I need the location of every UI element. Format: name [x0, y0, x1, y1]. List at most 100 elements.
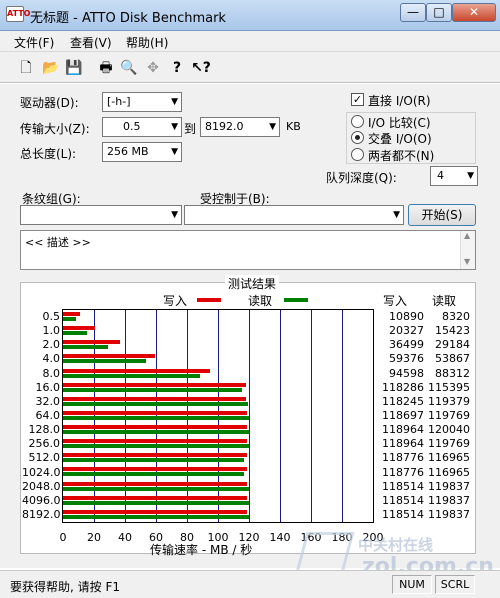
menu-file[interactable]: 文件(F)	[14, 34, 54, 51]
chevron-down-icon: ▼	[171, 97, 178, 107]
read-column-header: 读取	[432, 294, 457, 308]
read-bar	[63, 317, 76, 321]
read-value: 119837	[428, 479, 470, 493]
read-bar	[63, 345, 109, 350]
scroll-down-icon[interactable]: ▼	[464, 257, 470, 266]
start-button[interactable]: 开始(S)	[408, 204, 476, 226]
write-value: 59376	[389, 352, 424, 366]
title-bar[interactable]: ATTO 无标题 - ATTO Disk Benchmark — □ ✕	[0, 0, 500, 31]
write-bar	[63, 410, 247, 415]
total-length-label: 总长度(L):	[20, 147, 77, 161]
open-icon[interactable]: 📂	[41, 58, 61, 78]
chevron-down-icon: ▼	[393, 210, 400, 220]
x-tick-label: 40	[118, 531, 132, 544]
read-bar	[63, 458, 245, 463]
read-value: 15423	[435, 324, 470, 338]
write-value: 118964	[382, 423, 424, 437]
print-icon[interactable]: 🖶	[96, 58, 116, 78]
read-value: 116965	[428, 465, 470, 479]
context-help-icon[interactable]: ↖?	[191, 58, 211, 78]
grid-line	[249, 310, 250, 522]
close-button[interactable]: ✕	[452, 3, 496, 22]
y-tick-label: 16.0	[35, 380, 61, 394]
description-scrollbar[interactable]: ▲ ▼	[460, 231, 475, 269]
read-value: 88312	[435, 366, 470, 380]
stripe-group-select[interactable]: ▼	[20, 205, 182, 225]
help-icon[interactable]: ?	[167, 58, 187, 78]
save-icon[interactable]: 💾	[64, 58, 84, 78]
menu-bar: 文件(F) 查看(V) 帮助(H)	[0, 31, 500, 52]
legend-read-swatch	[284, 298, 308, 302]
grid-line	[311, 310, 312, 522]
read-bar	[63, 415, 249, 420]
write-bar	[63, 439, 248, 444]
status-help-text: 要获得帮助, 请按 F1	[10, 580, 120, 594]
write-value: 118514	[382, 507, 424, 521]
results-title: 测试结果	[225, 275, 280, 292]
read-bar	[63, 331, 87, 336]
y-tick-label: 0.5	[42, 310, 61, 324]
transfer-to-select[interactable]: 8192.0 ▼	[200, 117, 280, 137]
overlap-io-label: 交叠 I/O(O)	[368, 132, 432, 146]
write-value: 118514	[382, 479, 424, 493]
write-value: 118697	[382, 409, 424, 422]
write-bar	[63, 509, 247, 514]
write-bar	[63, 467, 248, 472]
read-bar	[63, 444, 249, 449]
read-value: 115395	[428, 380, 470, 394]
minimize-button[interactable]: —	[400, 3, 426, 22]
read-value: 119837	[428, 507, 470, 521]
chevron-down-icon: ▼	[269, 122, 276, 132]
to-label: 到	[184, 122, 197, 136]
transfer-from-select[interactable]: 0.5 ▼	[102, 117, 182, 137]
controlled-by-select[interactable]: ▼	[184, 205, 404, 225]
window-title: 无标题 - ATTO Disk Benchmark	[30, 11, 226, 26]
chevron-down-icon: ▼	[171, 147, 178, 157]
read-bar	[63, 373, 200, 378]
app-icon: ATTO	[6, 6, 30, 22]
description-text: << 描述 >>	[25, 236, 91, 249]
direct-io-checkbox[interactable]: ✓	[351, 93, 364, 106]
description-box[interactable]: << 描述 >> ▲ ▼	[20, 230, 476, 270]
scroll-lock-indicator: SCRL	[435, 575, 475, 594]
print-preview-icon[interactable]: 🔍	[119, 58, 139, 78]
y-tick-label: 4096.0	[22, 493, 61, 507]
new-icon[interactable]: 🗋	[16, 58, 36, 78]
write-bar	[63, 354, 156, 359]
read-value: 29184	[435, 338, 470, 352]
write-value: 118286	[382, 380, 424, 394]
overlap-io-radio[interactable]	[351, 131, 364, 144]
legend-write-swatch	[197, 298, 221, 302]
write-bar	[63, 312, 80, 316]
scroll-up-icon[interactable]: ▲	[464, 231, 470, 240]
kb-label: KB	[286, 120, 301, 133]
write-value: 118776	[382, 451, 424, 465]
write-bar	[63, 368, 210, 373]
read-value: 119769	[428, 437, 470, 451]
drive-select[interactable]: [-h-] ▼	[102, 92, 182, 112]
neither-radio[interactable]	[351, 148, 364, 161]
y-tick-label: 64.0	[35, 409, 61, 422]
total-length-select[interactable]: 256 MB ▼	[102, 142, 182, 162]
read-value: 53867	[435, 352, 470, 366]
grid-line	[280, 310, 281, 522]
io-compare-radio[interactable]	[351, 115, 364, 128]
menu-view[interactable]: 查看(V)	[70, 34, 112, 51]
read-bar	[63, 486, 249, 491]
x-axis-label: 传输速率 - MB / 秒	[150, 543, 253, 557]
y-tick-label: 8192.0	[22, 507, 61, 521]
status-bar: 要获得帮助, 请按 F1 NUM SCRL	[0, 570, 500, 598]
maximize-button[interactable]: □	[426, 3, 452, 22]
queue-depth-label: 队列深度(Q):	[326, 171, 397, 185]
y-tick-label: 8.0	[42, 366, 61, 380]
menu-help[interactable]: 帮助(H)	[126, 34, 168, 51]
move-icon[interactable]: ✥	[143, 58, 163, 78]
write-value: 36499	[389, 338, 424, 352]
read-bar	[63, 430, 250, 435]
x-tick-label: 0	[59, 531, 67, 544]
write-bar	[63, 495, 247, 500]
read-value: 8320	[442, 310, 470, 324]
write-bar	[63, 396, 247, 401]
queue-depth-select[interactable]: 4 ▼	[430, 166, 478, 186]
watermark-cn: 中关村在线	[358, 536, 434, 554]
